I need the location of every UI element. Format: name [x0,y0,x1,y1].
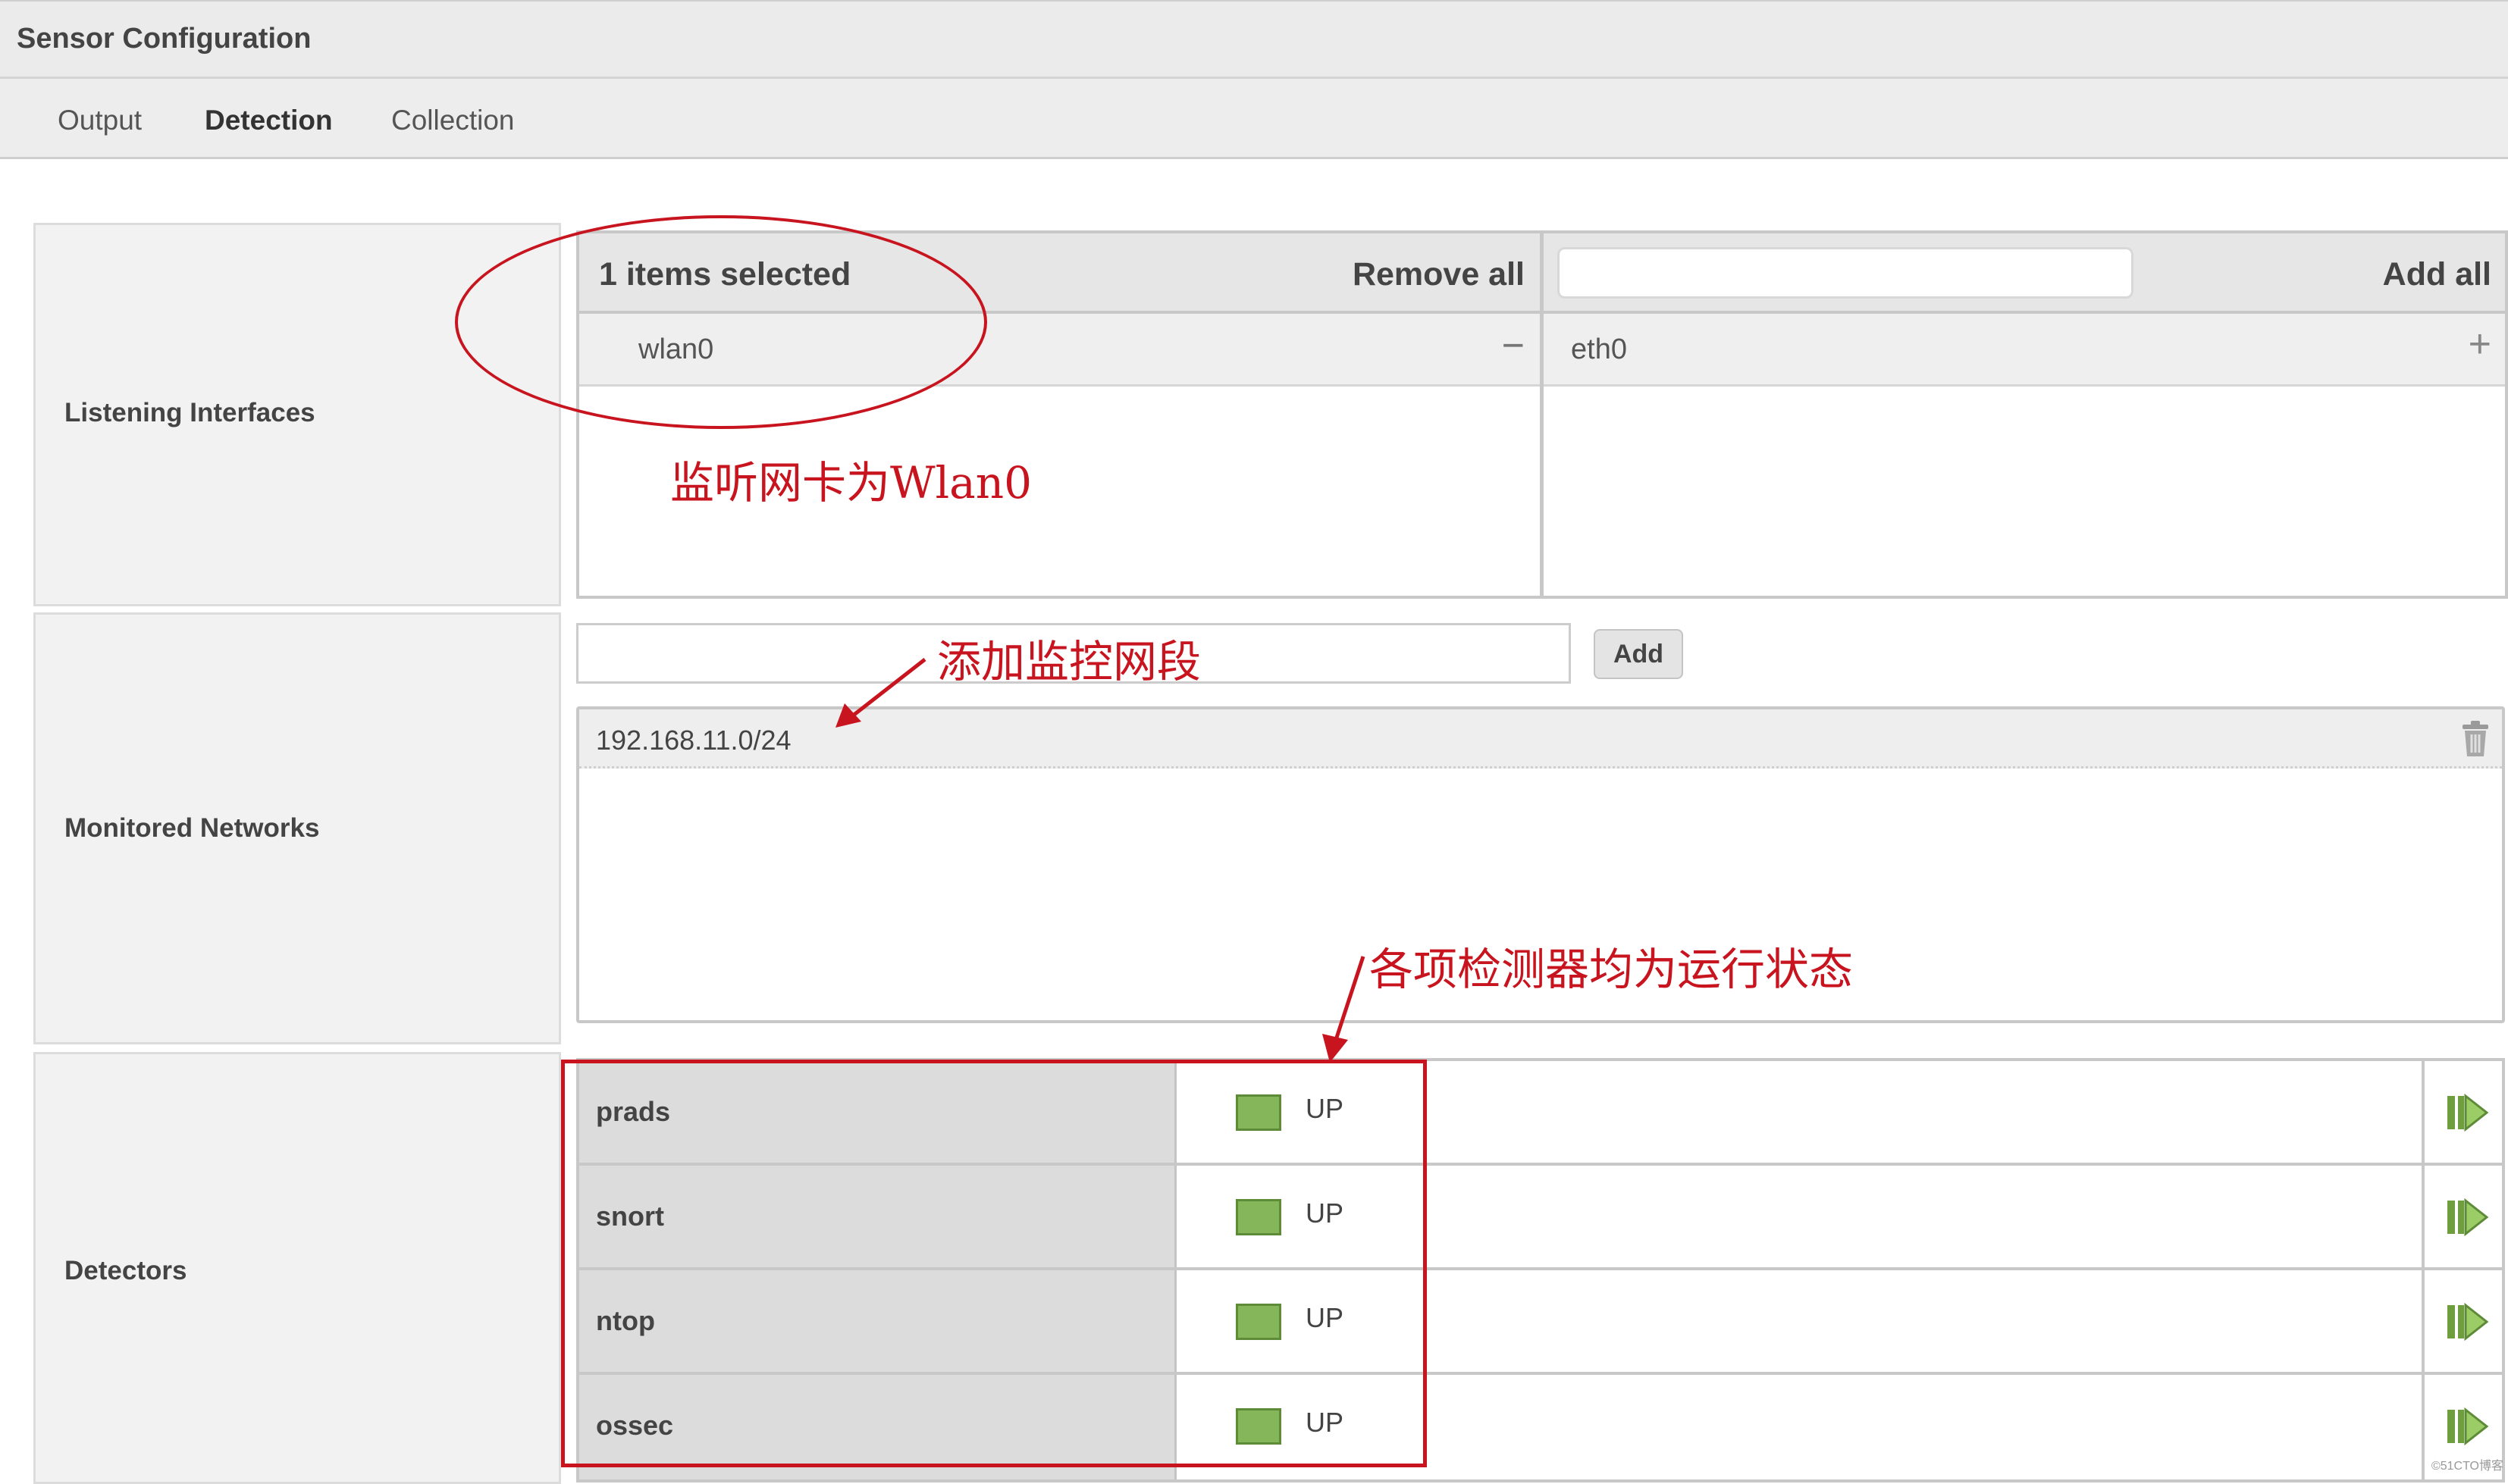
network-value: 192.168.11.0/24 [596,725,792,756]
run-cell [2422,1270,2508,1372]
watermark: ©51CTO博客 [2431,1460,2503,1473]
page-title: Sensor Configuration [17,23,312,55]
interface-annotation: 监听网卡为Wlan0 [670,457,1032,509]
available-interfaces-panel: Add all eth0 + [1541,230,2508,599]
monitored-networks-label: Monitored Networks [64,813,320,843]
tab-collection[interactable]: Collection [391,105,514,136]
detectors-label: Detectors [64,1256,187,1285]
trash-icon[interactable] [2459,720,2491,758]
listening-interfaces-label: Listening Interfaces [64,398,315,427]
title-bar [0,0,2508,79]
play-icon[interactable] [2444,1405,2493,1448]
remove-interface-icon[interactable]: − [1502,323,1525,368]
detectors-highlight-box [561,1060,1427,1467]
tab-output[interactable]: Output [58,105,142,136]
run-cell [2422,1166,2508,1267]
add-network-button[interactable]: Add [1594,629,1683,679]
add-interface-icon[interactable]: + [2469,321,2491,367]
detector-annotation-arrow [1322,956,1365,1063]
tab-detection[interactable]: Detection [205,105,333,136]
interface-highlight-ellipse [455,215,987,429]
interface-search-input[interactable] [1557,247,2133,299]
run-cell [2422,1061,2508,1163]
network-annotation: 添加监控网段 [937,636,1202,687]
play-icon[interactable] [2444,1091,2493,1134]
detector-annotation: 各项检测器均为运行状态 [1369,944,1854,995]
available-interface-item[interactable]: eth0 + [1544,314,2505,387]
detectors-label-cell: Detectors [33,1052,561,1484]
tab-bar [0,79,2508,159]
available-interfaces-header: Add all [1544,233,2505,314]
play-icon[interactable] [2444,1301,2493,1343]
available-interface-name: eth0 [1571,333,1627,365]
play-icon[interactable] [2444,1196,2493,1238]
add-all-button[interactable]: Add all [2383,256,2491,293]
remove-all-button[interactable]: Remove all [1353,256,1525,293]
monitored-networks-label-cell: Monitored Networks [33,612,561,1044]
network-annotation-arrow [835,658,926,728]
